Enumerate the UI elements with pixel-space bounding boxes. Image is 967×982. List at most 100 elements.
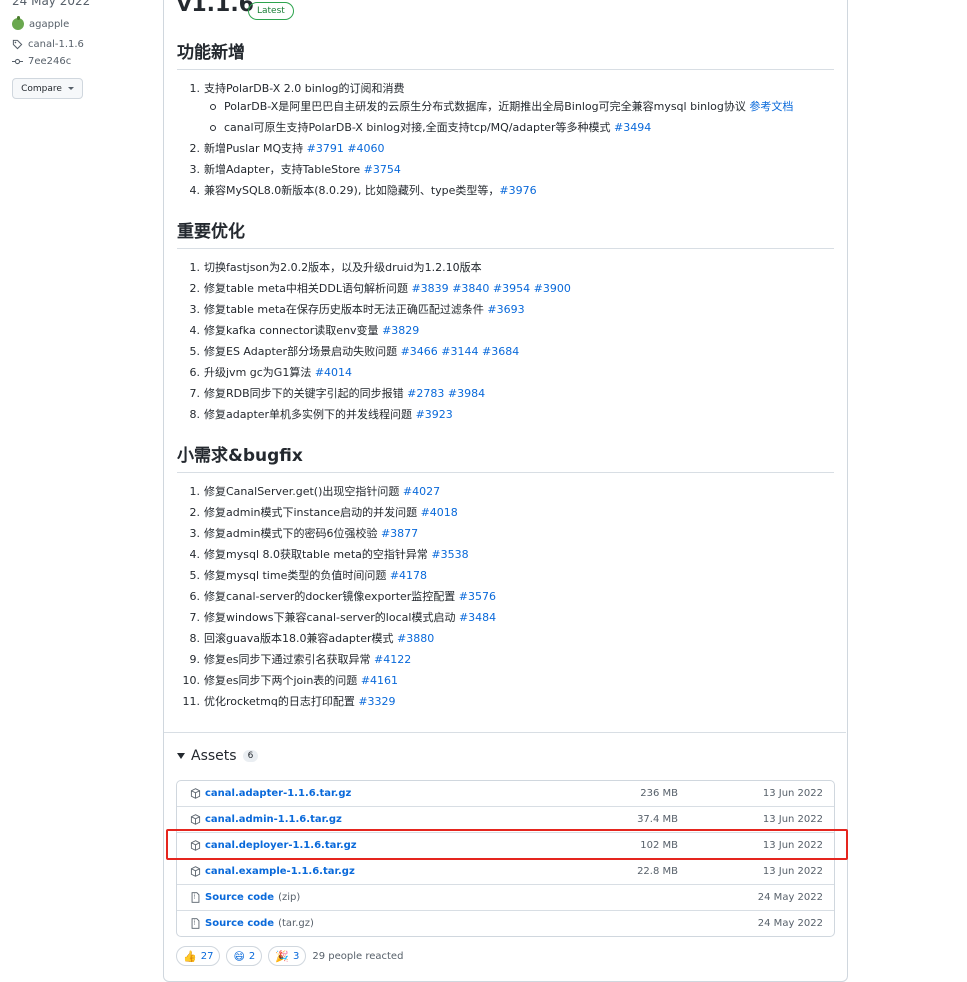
list-item: 8. 回滚guava版本18.0兼容adapter模式 #3880 [189, 632, 435, 645]
laugh-icon: 😄 [233, 949, 245, 963]
issue-link[interactable]: #4122 [374, 653, 411, 666]
reaction-thumbs-up[interactable]: 👍 27 [176, 946, 221, 966]
tag-icon [12, 39, 23, 50]
issue-link[interactable]: #3144 [441, 345, 478, 358]
asset-date: 13 Jun 2022 [762, 788, 823, 799]
issue-link[interactable]: #3976 [499, 184, 536, 197]
package-icon [190, 840, 201, 851]
avatar [12, 16, 24, 30]
asset-date: 24 May 2022 [757, 918, 823, 929]
asset-row[interactable]: Source code (zip) 24 May 2022 [177, 884, 834, 910]
issue-link[interactable]: #3900 [534, 282, 571, 295]
issue-link[interactable]: #2783 [407, 387, 444, 400]
asset-name[interactable]: Source code (zip) [205, 892, 300, 903]
list-item: 3. 修复admin模式下的密码6位强校验 #3877 [189, 527, 419, 540]
file-zip-icon [191, 892, 200, 903]
asset-format: (tar.gz) [278, 918, 314, 929]
issue-link[interactable]: #3693 [487, 303, 524, 316]
issue-link[interactable]: #3484 [459, 611, 496, 624]
chevron-down-icon [67, 87, 74, 90]
bullet-icon [210, 104, 216, 110]
issue-link[interactable]: #3329 [358, 695, 395, 708]
triangle-down-icon [177, 753, 185, 759]
asset-date: 13 Jun 2022 [762, 840, 823, 851]
issue-link[interactable]: #3880 [397, 632, 434, 645]
issue-link[interactable]: #3754 [364, 163, 401, 176]
reactions-summary: 29 people reacted [312, 950, 404, 962]
list-item: 6. 升级jvm gc为G1算法 #4014 [189, 366, 353, 379]
reaction-hooray[interactable]: 🎉 3 [268, 946, 307, 966]
tag-name[interactable]: canal-1.1.6 [28, 39, 84, 50]
package-icon [190, 866, 201, 877]
commit-row[interactable]: 7ee246c [12, 56, 71, 67]
commit-sha[interactable]: 7ee246c [28, 56, 71, 67]
list-item: 3. 修复table meta在保存历史版本时无法正确匹配过滤条件 #3693 [189, 303, 525, 316]
tag-row[interactable]: canal-1.1.6 [12, 39, 84, 50]
asset-size: 236 MB [640, 788, 678, 799]
reactions-bar: 👍 27 😄 2 🎉 3 29 people reacted [176, 946, 403, 966]
issue-link[interactable]: #4178 [390, 569, 427, 582]
asset-row[interactable]: Source code (tar.gz) 24 May 2022 [177, 910, 834, 936]
latest-badge: Latest [248, 2, 294, 20]
issue-link[interactable]: #3839 [411, 282, 448, 295]
asset-size: 22.8 MB [637, 866, 678, 877]
issue-link[interactable]: #3684 [482, 345, 519, 358]
doc-link[interactable]: 参考文档 [749, 100, 793, 113]
thumbs-up-icon: 👍 [183, 949, 197, 963]
list-item: 8. 修复adapter单机多实例下的并发线程问题 #3923 [189, 408, 453, 421]
list-item: 5. 修复mysql time类型的负值时间问题 #4178 [189, 569, 428, 582]
list-item: PolarDB-X是阿里巴巴自主研发的云原生分布式数据库，近期推出全局Binlo… [210, 98, 793, 114]
package-icon [190, 814, 201, 825]
list-item: 1. 修复CanalServer.get()出现空指针问题 #4027 [189, 485, 441, 498]
issue-link[interactable]: #4060 [347, 142, 384, 155]
release-version[interactable]: v1.1.6 [177, 0, 254, 17]
list-item: 5. 修复ES Adapter部分场景启动失败问题 #3466 #3144 #36… [189, 345, 520, 358]
compare-button[interactable]: Compare [12, 78, 83, 99]
issue-link[interactable]: #3576 [459, 590, 496, 603]
issue-link[interactable]: #3494 [614, 121, 651, 134]
author-name[interactable]: agapple [29, 19, 69, 30]
list-item: 4. 修复kafka connector读取env变量 #3829 [189, 324, 420, 337]
asset-row[interactable]: canal.adapter-1.1.6.tar.gz 236 MB 13 Jun… [177, 781, 834, 806]
issue-link[interactable]: #3954 [493, 282, 530, 295]
hooray-icon: 🎉 [275, 949, 289, 963]
issue-link[interactable]: #3840 [452, 282, 489, 295]
asset-name[interactable]: canal.adapter-1.1.6.tar.gz [205, 788, 351, 799]
package-icon [190, 788, 201, 799]
issue-link[interactable]: #4018 [421, 506, 458, 519]
list-item: 10. 修复es同步下两个join表的问题 #4161 [182, 674, 399, 687]
list-item: 2. 修复table meta中相关DDL语句解析问题 #3839 #3840 #… [189, 282, 571, 295]
asset-name[interactable]: canal.example-1.1.6.tar.gz [205, 866, 355, 877]
issue-link[interactable]: #3538 [431, 548, 468, 561]
list-item: canal可原生支持PolarDB-X binlog对接,全面支持tcp/MQ/… [210, 119, 651, 135]
asset-row[interactable]: canal.example-1.1.6.tar.gz 22.8 MB 13 Ju… [177, 858, 834, 884]
asset-name[interactable]: Source code (tar.gz) [205, 918, 314, 929]
list-item: 1. 切换fastjson为2.0.2版本，以及升级druid为1.2.10版本 [189, 261, 482, 274]
issue-link[interactable]: #3466 [401, 345, 438, 358]
release-date: 24 May 2022 [12, 0, 91, 8]
issue-link[interactable]: #3877 [381, 527, 418, 540]
reaction-laugh[interactable]: 😄 2 [226, 946, 263, 966]
asset-date: 13 Jun 2022 [762, 866, 823, 877]
asset-format: (zip) [278, 892, 301, 903]
list-item: 3. 新增Adapter，支持TableStore #3754 [189, 163, 401, 176]
list-item: 9. 修复es同步下通过索引名获取异常 #4122 [189, 653, 412, 666]
asset-row[interactable]: canal.deployer-1.1.6.tar.gz 102 MB 13 Ju… [177, 832, 834, 858]
asset-name[interactable]: canal.deployer-1.1.6.tar.gz [205, 840, 357, 851]
issue-link[interactable]: #4161 [361, 674, 398, 687]
issue-link[interactable]: #4027 [403, 485, 440, 498]
issue-link[interactable]: #3984 [448, 387, 485, 400]
asset-size: 37.4 MB [637, 814, 678, 825]
issue-link[interactable]: #4014 [315, 366, 352, 379]
assets-list: canal.adapter-1.1.6.tar.gz 236 MB 13 Jun… [176, 780, 835, 937]
list-item: 7. 修复RDB同步下的关键字引起的同步报错 #2783 #3984 [189, 387, 486, 400]
author-row[interactable]: agapple [12, 16, 69, 30]
assets-toggle[interactable]: Assets 6 [177, 748, 259, 764]
list-item: 2. 修复admin模式下instance启动的并发问题 #4018 [189, 506, 458, 519]
issue-link[interactable]: #3791 [307, 142, 344, 155]
asset-row[interactable]: canal.admin-1.1.6.tar.gz 37.4 MB 13 Jun … [177, 806, 834, 832]
list-item: 4. 修复mysql 8.0获取table meta的空指针异常 #3538 [189, 548, 469, 561]
asset-name[interactable]: canal.admin-1.1.6.tar.gz [205, 814, 342, 825]
issue-link[interactable]: #3923 [416, 408, 453, 421]
issue-link[interactable]: #3829 [382, 324, 419, 337]
